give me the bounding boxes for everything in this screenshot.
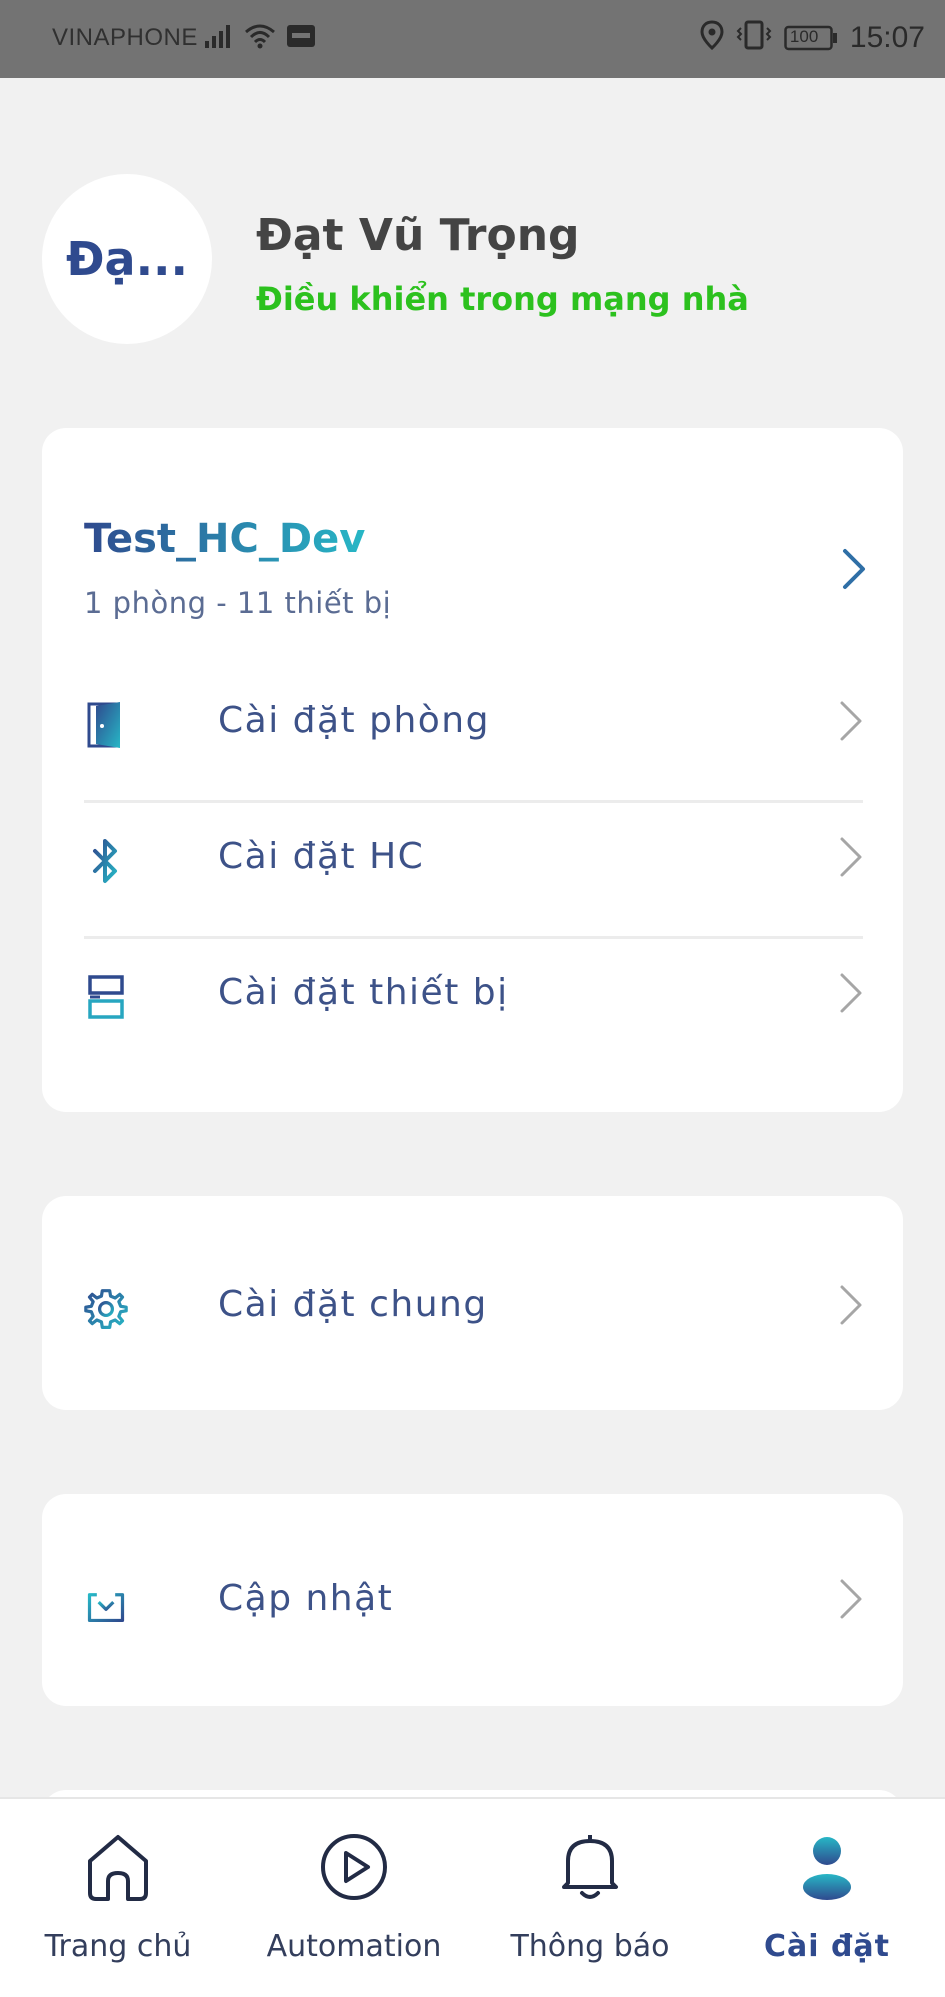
chevron-right-icon xyxy=(839,1284,863,1330)
door-icon xyxy=(84,700,128,750)
wifi-icon xyxy=(244,22,276,55)
nav-automation-label: Automation xyxy=(266,1929,442,1964)
carrier-name: VINAPHONE xyxy=(52,24,198,51)
bluetooth-icon xyxy=(84,836,128,886)
home-summary: 1 phòng - 11 thiết bị xyxy=(84,586,392,620)
home-name: Test_HC_Dev xyxy=(84,516,366,562)
user-name: Đạt Vũ Trọng xyxy=(256,210,580,261)
chevron-right-icon xyxy=(839,836,863,882)
general-settings-card: Cài đặt chung xyxy=(42,1196,903,1410)
vibrate-icon xyxy=(736,20,772,55)
update-card: Cập nhật xyxy=(42,1494,903,1706)
bottom-nav: Trang chủ Automation Thông báo Cài đặt xyxy=(0,1797,945,1997)
bell-icon xyxy=(472,1831,708,1907)
nav-automation[interactable]: Automation xyxy=(236,1799,472,1997)
device-icon xyxy=(84,972,128,1022)
room-settings-row[interactable]: Cài đặt phòng xyxy=(84,672,863,772)
update-label: Cập nhật xyxy=(218,1578,394,1619)
nav-home-label: Trang chủ xyxy=(44,1929,192,1964)
chevron-right-icon xyxy=(839,972,863,1018)
hms-icon xyxy=(286,23,316,54)
general-settings-row[interactable]: Cài đặt chung xyxy=(84,1256,863,1356)
device-settings-row[interactable]: Cài đặt thiết bị xyxy=(84,944,863,1044)
chevron-right-icon xyxy=(841,548,867,594)
room-settings-label: Cài đặt phòng xyxy=(218,700,490,741)
general-settings-label: Cài đặt chung xyxy=(218,1284,488,1325)
divider xyxy=(84,800,863,803)
nav-home[interactable]: Trang chủ xyxy=(0,1799,236,1997)
home-icon xyxy=(0,1831,236,1907)
clock: 15:07 xyxy=(849,20,925,54)
hc-settings-label: Cài đặt HC xyxy=(218,836,425,877)
nav-notifications[interactable]: Thông báo xyxy=(472,1799,708,1997)
status-bar: VINAPHONE 100 15:07 xyxy=(0,0,945,78)
gear-icon xyxy=(84,1284,128,1334)
hc-settings-row[interactable]: Cài đặt HC xyxy=(84,808,863,908)
chevron-right-icon xyxy=(839,1578,863,1624)
download-icon xyxy=(84,1578,128,1628)
connection-mode: Điều khiển trong mạng nhà xyxy=(256,280,749,318)
nav-settings[interactable]: Cài đặt xyxy=(709,1799,945,1997)
divider xyxy=(84,936,863,939)
nav-settings-label: Cài đặt xyxy=(763,1929,891,1964)
play-icon xyxy=(236,1831,472,1907)
battery-icon: 100 xyxy=(784,24,838,52)
avatar-initials: Đạ... xyxy=(65,232,188,286)
avatar[interactable]: Đạ... xyxy=(42,174,212,344)
battery-level: 100 xyxy=(789,26,819,46)
user-icon xyxy=(709,1831,945,1907)
signal-icon xyxy=(204,23,234,54)
device-settings-label: Cài đặt thiết bị xyxy=(218,972,509,1013)
location-icon xyxy=(700,20,724,55)
chevron-right-icon xyxy=(839,700,863,746)
home-settings-card: Test_HC_Dev 1 phòng - 11 thiết bị Cài đặ… xyxy=(42,428,903,1112)
update-row[interactable]: Cập nhật xyxy=(84,1550,863,1650)
nav-notifications-label: Thông báo xyxy=(510,1929,670,1964)
